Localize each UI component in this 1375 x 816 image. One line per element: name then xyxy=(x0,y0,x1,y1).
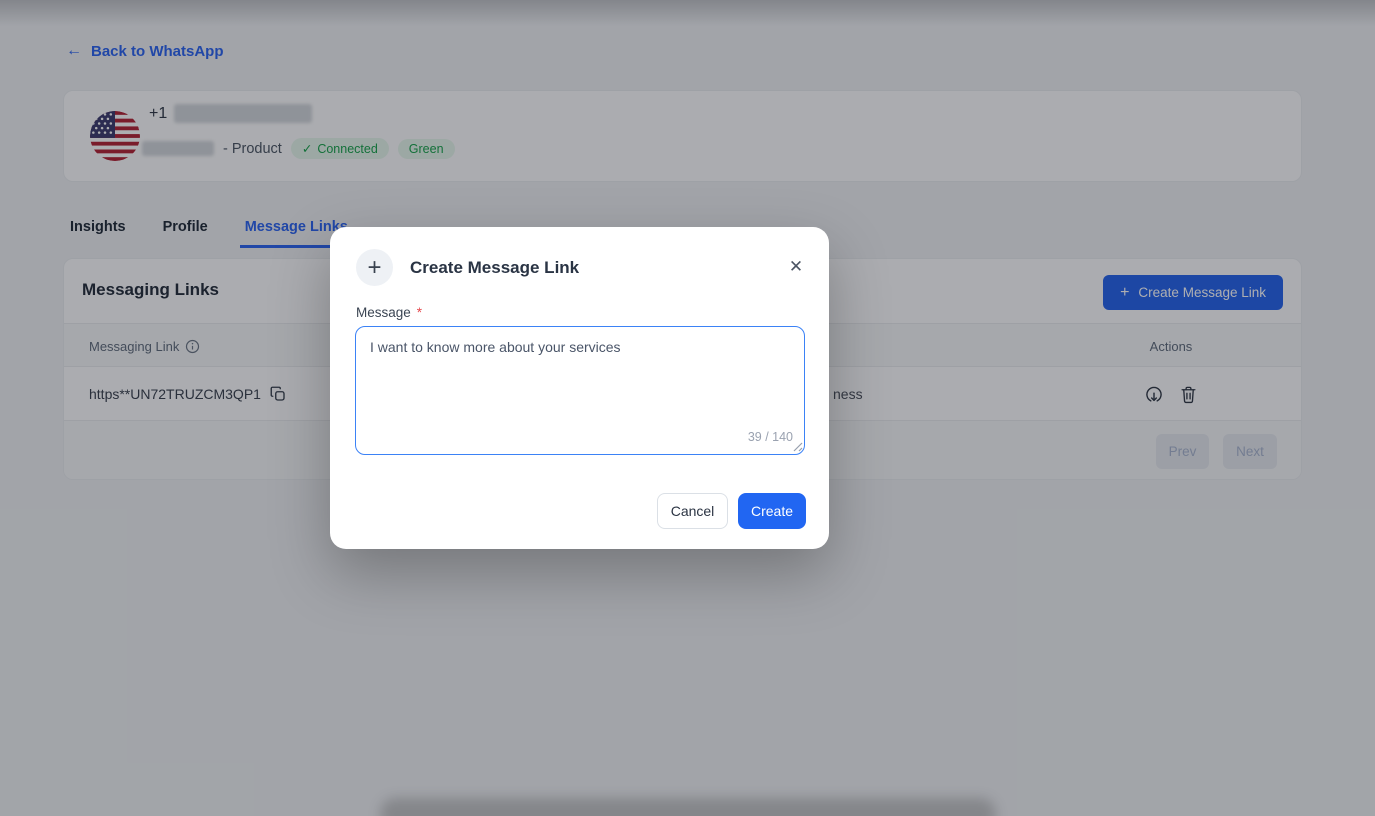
close-icon[interactable]: ✕ xyxy=(783,254,809,280)
modal-title: Create Message Link xyxy=(410,258,580,277)
char-counter: 39 / 140 xyxy=(747,430,793,444)
app-root: ← Back to WhatsApp +1 - Product ✓ Connec… xyxy=(0,0,1375,816)
create-message-link-modal: + Create Message Link ✕ Message * I want… xyxy=(330,227,829,549)
bottom-dock-shadow xyxy=(379,798,996,816)
required-asterisk: * xyxy=(416,305,423,320)
textarea-resize-handle[interactable] xyxy=(791,440,803,452)
message-field-label: Message * xyxy=(356,305,423,320)
cancel-button[interactable]: Cancel xyxy=(657,493,728,529)
message-textarea[interactable]: I want to know more about your services xyxy=(355,326,805,455)
modal-plus-icon: + xyxy=(356,249,393,286)
create-button[interactable]: Create xyxy=(738,493,806,529)
